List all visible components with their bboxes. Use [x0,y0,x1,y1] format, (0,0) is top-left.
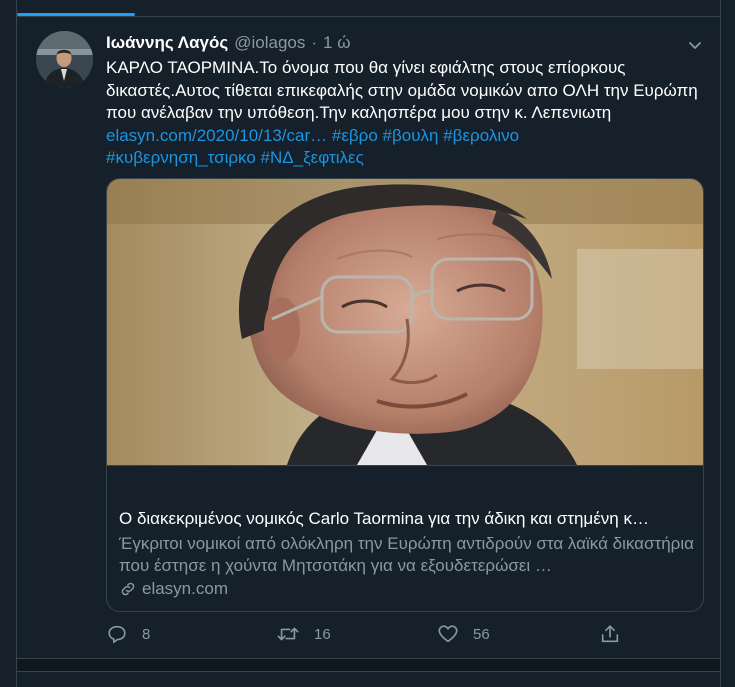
card-title[interactable]: Ο διακεκριμένος νομικός Carlo Taormina γ… [119,509,699,529]
retweet-button[interactable]: 16 [276,623,331,645]
like-icon [437,623,459,645]
author-name[interactable]: Ιωάννης Λαγός [106,33,228,53]
header-separator: · [311,33,318,52]
like-count: 56 [473,625,490,643]
tweet-actions: 8 16 56 [106,623,619,647]
tweet[interactable]: Ιωάννης Λαγός @iolagos · 1 ώ ΚΑΡΛΟ ΤΑΟΡΜ… [17,17,720,658]
tweet-text: ΚΑΡΛΟ ΤΑΟΡΜΙΝΑ.Το όνομα που θα γίνει εφι… [106,57,706,170]
right-column-edge [720,0,735,687]
hashtag-link[interactable]: #βουλη [383,126,439,145]
retweet-icon [276,623,300,645]
avatar-image [36,31,93,88]
card-description: Έγκριτοι νομικοί από ολόκληρη την Ευρώπη… [119,534,694,575]
left-column-edge [0,0,17,687]
avatar[interactable] [36,31,93,88]
reply-button[interactable]: 8 [106,623,150,645]
retweet-count: 16 [314,625,331,643]
timeline-separator [17,658,720,672]
tweet-body-text: ΚΑΡΛΟ ΤΑΟΡΜΙΝΑ.Το όνομα που θα γίνει εφι… [106,58,698,122]
active-tab-indicator [17,13,135,16]
tweet-header: Ιωάννης Λαγός @iolagos · 1 ώ [106,33,351,53]
tweet-url-link[interactable]: elasyn.com/2020/10/13/car… [106,126,327,145]
like-button[interactable]: 56 [437,623,490,645]
share-icon [599,623,621,645]
tweet-timestamp[interactable]: 1 ώ [323,33,350,53]
share-button[interactable] [599,623,621,645]
reply-count: 8 [142,625,151,643]
chevron-down-icon[interactable] [685,35,705,55]
reply-icon [106,623,128,645]
card-domain[interactable]: elasyn.com [119,579,228,599]
hashtag-link[interactable]: #βερολινο [443,126,519,145]
link-preview-card[interactable]: Ο διακεκριμένος νομικός Carlo Taormina γ… [106,178,704,612]
hashtag-link[interactable]: #κυβερνηση_τσιρκο [106,148,256,167]
link-icon [119,580,137,598]
card-domain-text: elasyn.com [142,579,228,598]
tab-bar [17,0,720,17]
card-image[interactable] [107,179,703,466]
hashtag-link[interactable]: #ΝΔ_ξεφτιλες [261,148,364,167]
author-handle[interactable]: @iolagos [234,33,305,53]
hashtag-link[interactable]: #εβρο [332,126,378,145]
